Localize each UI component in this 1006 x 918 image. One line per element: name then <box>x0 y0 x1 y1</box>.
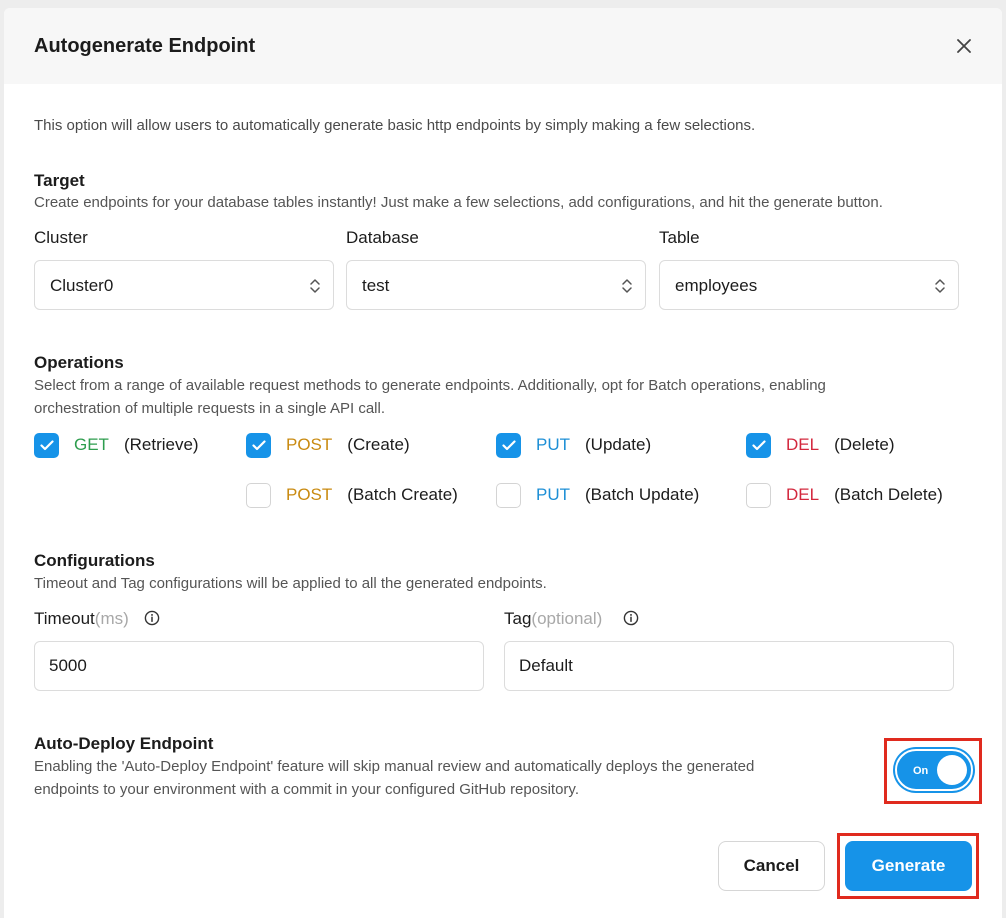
timeout-label-text: Timeout <box>34 609 95 628</box>
configurations-description: Timeout and Tag configurations will be a… <box>34 575 547 592</box>
target-title: Target <box>34 171 85 190</box>
method-del: DEL <box>786 435 820 454</box>
tag-hint: (optional) <box>531 609 603 628</box>
operation-label: (Delete) <box>834 435 895 454</box>
auto-deploy-description-line1: Enabling the 'Auto-Deploy Endpoint' feat… <box>34 758 755 775</box>
operation-del-delete[interactable]: DEL (Delete) <box>746 432 895 458</box>
cluster-select-value: Cluster0 <box>50 276 114 295</box>
timeout-label: Timeout(ms) <box>34 609 129 629</box>
method-get: GET <box>74 435 109 454</box>
check-icon <box>751 439 766 450</box>
method-post: POST <box>286 435 333 454</box>
cluster-select[interactable]: Cluster0 <box>34 260 334 310</box>
modal-intro: This option will allow users to automati… <box>34 117 756 134</box>
checkbox-checked[interactable] <box>34 432 59 458</box>
database-select[interactable]: test <box>346 260 646 310</box>
method-put: PUT <box>536 485 570 504</box>
tag-input[interactable] <box>504 641 954 691</box>
chevron-up-down-icon <box>310 279 320 293</box>
method-del: DEL <box>786 485 820 504</box>
auto-deploy-description-line2: endpoints to your environment with a com… <box>34 781 579 798</box>
operation-post-create[interactable]: POST (Create) <box>246 432 410 458</box>
cluster-label: Cluster <box>34 228 88 247</box>
operation-get-retrieve[interactable]: GET (Retrieve) <box>34 432 199 458</box>
tag-label-text: Tag <box>504 609 532 628</box>
chevron-up-down-icon <box>935 279 945 293</box>
operation-post-batch-create[interactable]: POST (Batch Create) <box>246 482 458 508</box>
checkbox-unchecked[interactable] <box>746 482 771 508</box>
table-select-value: employees <box>675 276 758 295</box>
info-icon[interactable] <box>623 610 639 626</box>
target-description: Create endpoints for your database table… <box>34 194 883 211</box>
timeout-input[interactable] <box>34 641 484 691</box>
operations-description-line2: orchestration of multiple requests in a … <box>34 400 386 417</box>
modal-title: Autogenerate Endpoint <box>34 35 256 57</box>
toggle-knob <box>937 755 967 785</box>
operation-label: (Create) <box>347 435 410 454</box>
operation-put-update[interactable]: PUT (Update) <box>496 432 651 458</box>
check-icon <box>39 439 54 450</box>
operations-description-line1: Select from a range of available request… <box>34 377 826 394</box>
database-label: Database <box>346 228 419 247</box>
operation-label: (Retrieve) <box>123 435 199 454</box>
toggle-state-label: On <box>913 765 929 777</box>
operation-label: (Batch Create) <box>347 485 458 504</box>
table-label: Table <box>659 228 700 247</box>
method-put: PUT <box>536 435 570 454</box>
chevron-up-down-icon <box>622 279 632 293</box>
configurations-title: Configurations <box>34 551 155 570</box>
cancel-button[interactable]: Cancel <box>718 841 825 891</box>
checkbox-unchecked[interactable] <box>496 482 521 508</box>
check-icon <box>501 439 516 450</box>
operation-label: (Update) <box>585 435 652 454</box>
info-icon[interactable] <box>144 610 160 626</box>
modal-header: Autogenerate Endpoint <box>4 8 1002 84</box>
method-post: POST <box>286 485 333 504</box>
checkbox-checked[interactable] <box>496 432 521 458</box>
timeout-hint: (ms) <box>94 609 129 628</box>
checkbox-checked[interactable] <box>246 432 271 458</box>
generate-button[interactable]: Generate <box>845 841 972 891</box>
close-icon <box>957 39 971 53</box>
close-button[interactable] <box>954 36 974 56</box>
check-icon <box>251 439 266 450</box>
operation-label: (Batch Delete) <box>834 485 943 504</box>
operation-label: (Batch Update) <box>585 485 700 504</box>
checkbox-unchecked[interactable] <box>246 482 271 508</box>
auto-deploy-title: Auto-Deploy Endpoint <box>34 734 214 753</box>
operation-del-batch-delete[interactable]: DEL (Batch Delete) <box>746 482 943 508</box>
checkbox-checked[interactable] <box>746 432 771 458</box>
operations-title: Operations <box>34 353 124 372</box>
autogenerate-endpoint-modal: Autogenerate Endpoint This option will a… <box>4 8 1002 918</box>
table-select[interactable]: employees <box>659 260 959 310</box>
tag-label: Tag(optional) <box>504 609 602 629</box>
auto-deploy-toggle[interactable]: On <box>895 749 973 791</box>
database-select-value: test <box>362 276 390 295</box>
operation-put-batch-update[interactable]: PUT (Batch Update) <box>496 482 699 508</box>
